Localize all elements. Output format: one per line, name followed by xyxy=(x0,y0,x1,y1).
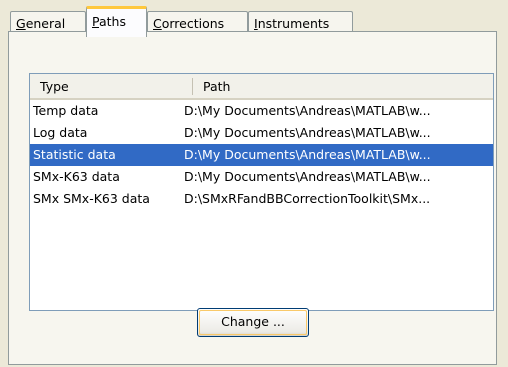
tab-paths[interactable]: Paths xyxy=(86,6,147,37)
paths-list[interactable]: Type Path Temp data D:\My Documents\Andr… xyxy=(29,73,494,311)
column-header-path[interactable]: Path xyxy=(193,74,493,100)
row-type: Statistic data xyxy=(33,147,116,162)
tab-paths-label: aths xyxy=(98,14,126,29)
column-separator[interactable] xyxy=(192,78,193,95)
row-path: D:\My Documents\Andreas\MATLAB\w... xyxy=(184,103,431,118)
row-path: D:\My Documents\Andreas\MATLAB\w... xyxy=(184,125,431,140)
tab-general-mnemonic: G xyxy=(16,16,26,31)
row-path: D:\SMxRFandBBCorrectionToolkit\SMx... xyxy=(184,191,431,206)
row-type: SMx-K63 data xyxy=(33,169,120,184)
row-type: SMx SMx-K63 data xyxy=(33,191,150,206)
tab-paths-mnemonic: P xyxy=(92,14,99,29)
row-path: D:\My Documents\Andreas\MATLAB\w... xyxy=(184,169,431,184)
row-type: Log data xyxy=(33,125,88,140)
list-row-log-data[interactable]: Log data D:\My Documents\Andreas\MATLAB\… xyxy=(30,122,493,144)
column-header-type[interactable]: Type xyxy=(30,74,193,100)
row-type: Temp data xyxy=(33,103,99,118)
list-header: Type Path xyxy=(30,74,493,100)
change-button[interactable]: Change ... xyxy=(197,308,309,337)
list-row-temp-data[interactable]: Temp data D:\My Documents\Andreas\MATLAB… xyxy=(30,100,493,122)
tab-instruments-label: nstruments xyxy=(257,16,330,31)
row-path: D:\My Documents\Andreas\MATLAB\w... xyxy=(184,147,431,162)
list-row-smx-smx-k63-data[interactable]: SMx SMx-K63 data D:\SMxRFandBBCorrection… xyxy=(30,188,493,210)
tab-corrections-mnemonic: C xyxy=(153,16,162,31)
list-row-smx-k63-data[interactable]: SMx-K63 data D:\My Documents\Andreas\MAT… xyxy=(30,166,493,188)
list-row-statistic-data[interactable]: Statistic data D:\My Documents\Andreas\M… xyxy=(30,144,493,166)
tab-corrections-label: orrections xyxy=(161,16,225,31)
tab-general-label: eneral xyxy=(25,16,66,31)
